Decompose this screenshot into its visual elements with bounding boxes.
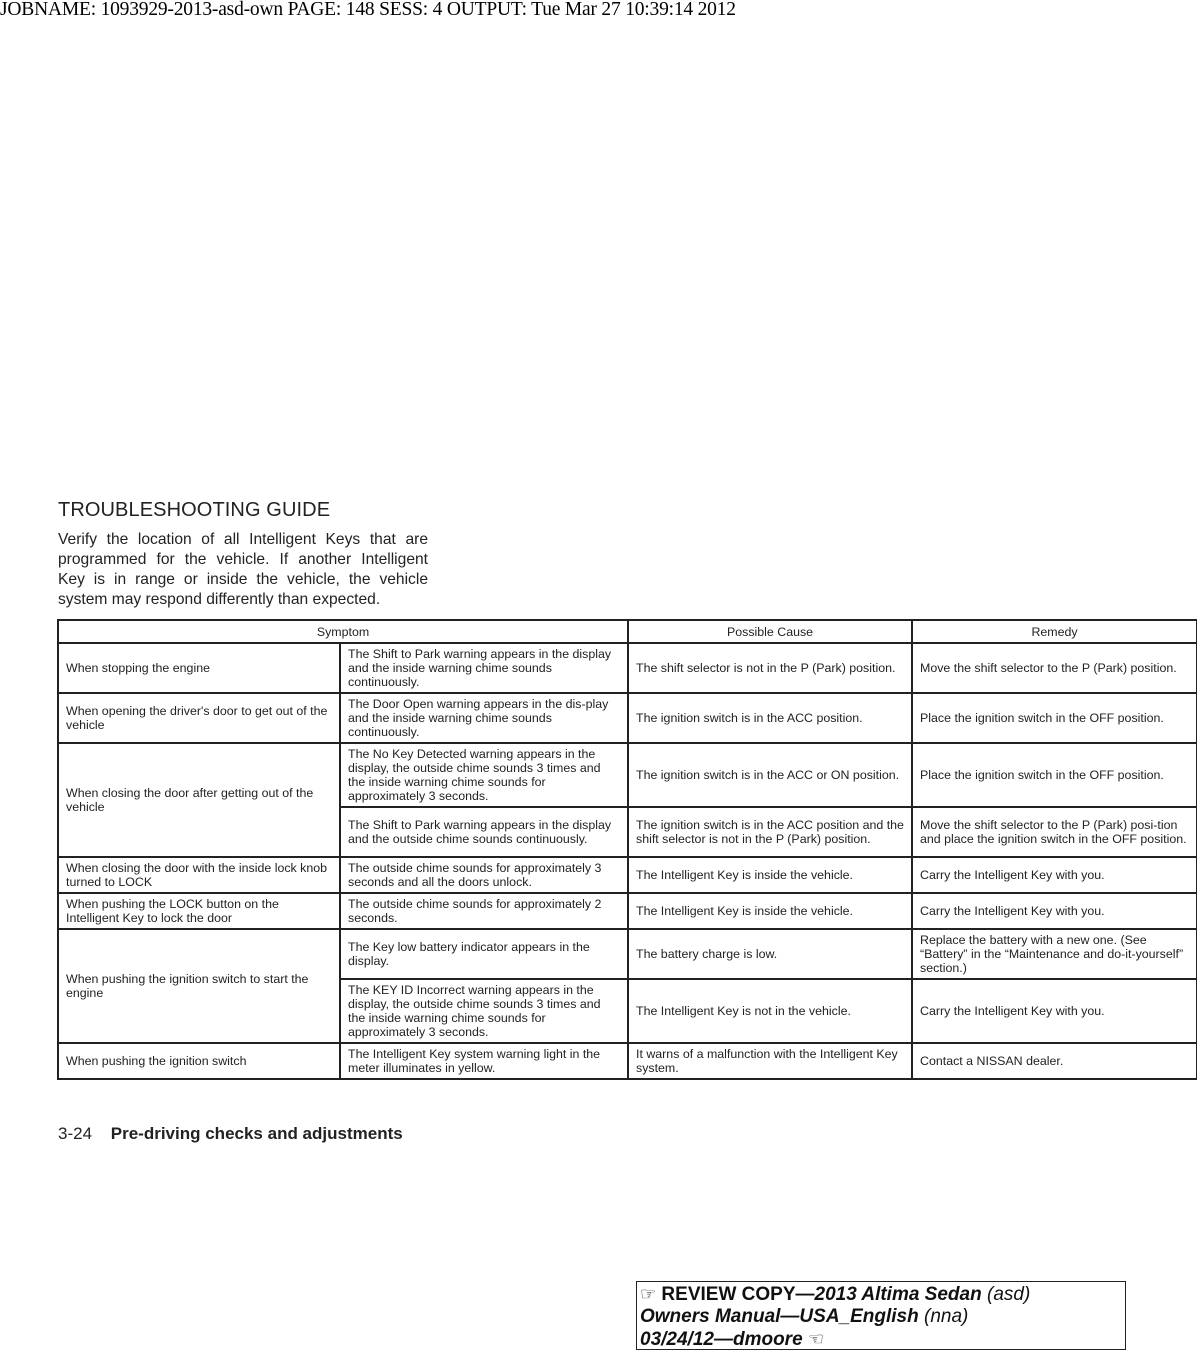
symptom-indication: The Intelligent Key system warning light… [338, 1042, 630, 1080]
table-row: When closing the door with the inside lo… [57, 856, 1197, 894]
table-row: When pushing the ignition switch to star… [57, 928, 1197, 1044]
review-line-2: Owners Manual—USA_English (nna) [640, 1306, 1125, 1328]
remedy: Place the ignition switch in the OFF pos… [911, 742, 1197, 808]
possible-cause: The ignition switch is in the ACC positi… [627, 806, 914, 858]
remedy: Move the shift selector to the P (Park) … [911, 806, 1197, 858]
footer-section-name: Pre-driving checks and adjustments [110, 1124, 403, 1143]
remedy: Carry the Intelligent Key with you. [911, 978, 1197, 1044]
intro-line: Verify the location of all Intelligent K… [58, 531, 428, 548]
symptom-situation: When pushing the LOCK button on the Inte… [57, 892, 341, 930]
intro-line: system may respond differently than expe… [58, 591, 381, 608]
troubleshooting-table: Symptom Possible Cause Remedy When stopp… [56, 619, 1197, 1080]
symptom-indication: The Door Open warning appears in the dis… [338, 692, 630, 744]
vehicle-model: 2013 Altima Sedan [814, 1284, 982, 1305]
symptom-indication: The outside chime sounds for approximate… [338, 856, 630, 894]
possible-cause: The Intelligent Key is inside the vehicl… [627, 856, 914, 894]
symptom-situation: When pushing the ignition switch to star… [57, 928, 341, 1044]
job-header: JOBNAME: 1093929-2013-asd-own PAGE: 148 … [0, 0, 736, 20]
pointing-hand-left-icon: ☜ [807, 1329, 825, 1349]
header-remedy: Remedy [911, 619, 1197, 644]
symptom-situation: When pushing the ignition switch [57, 1042, 341, 1080]
manual-name: Owners Manual—USA_English [640, 1306, 919, 1327]
symptom-indication: The Key low battery indicator appears in… [338, 928, 630, 980]
table-header-row: Symptom Possible Cause Remedy [56, 619, 1197, 644]
review-copy-box: ☞ REVIEW COPY—2013 Altima Sedan (asd) Ow… [636, 1281, 1126, 1350]
possible-cause: The Intelligent Key is inside the vehicl… [627, 892, 914, 930]
symptom-indication: The Shift to Park warning appears in the… [338, 642, 630, 694]
page-footer: 3-24 Pre-driving checks and adjustments [58, 1124, 403, 1144]
symptom-situation: When closing the door after getting out … [57, 742, 341, 858]
review-date-author: 03/24/12—dmoore [640, 1329, 803, 1350]
review-copy-label: REVIEW COPY— [661, 1284, 815, 1305]
remedy: Carry the Intelligent Key with you. [911, 856, 1197, 894]
remedy: Carry the Intelligent Key with you. [911, 892, 1197, 930]
possible-cause: The ignition switch is in the ACC positi… [627, 692, 914, 744]
possible-cause: The battery charge is low. [627, 928, 914, 980]
table-row: When opening the driver's door to get ou… [57, 692, 1197, 744]
possible-cause: The Intelligent Key is not in the vehicl… [627, 978, 914, 1044]
symptom-indication: The outside chime sounds for approximate… [338, 892, 630, 930]
pointing-hand-right-icon: ☞ [640, 1284, 657, 1304]
table-row: When pushing the LOCK button on the Inte… [57, 892, 1197, 930]
remedy: Place the ignition switch in the OFF pos… [911, 692, 1197, 744]
remedy: Move the shift selector to the P (Park) … [911, 642, 1197, 694]
vehicle-code: (asd) [981, 1284, 1031, 1305]
intro-line: Key is in range or inside the vehicle, t… [58, 571, 428, 588]
review-line-3: 03/24/12—dmoore ☜ [640, 1328, 1125, 1351]
table-row: When stopping the engine The Shift to Pa… [57, 642, 1197, 694]
header-possible-cause: Possible Cause [627, 619, 914, 644]
intro-paragraph: Verify the location of all Intelligent K… [58, 530, 428, 610]
page-number: 3-24 [58, 1124, 93, 1143]
manual-code: (nna) [918, 1306, 969, 1327]
intro-line: programmed for the vehicle. If another I… [58, 551, 428, 568]
section-title: TROUBLESHOOTING GUIDE [58, 499, 331, 521]
symptom-situation: When stopping the engine [57, 642, 341, 694]
header-symptom: Symptom [56, 619, 630, 644]
remedy: Contact a NISSAN dealer. [911, 1042, 1197, 1080]
possible-cause: It warns of a malfunction with the Intel… [627, 1042, 914, 1080]
table-row: When pushing the ignition switch The Int… [57, 1042, 1197, 1080]
symptom-indication: The No Key Detected warning appears in t… [338, 742, 630, 808]
symptom-indication: The KEY ID Incorrect warning appears in … [338, 978, 630, 1044]
symptom-situation: When opening the driver's door to get ou… [57, 692, 341, 744]
symptom-situation: When closing the door with the inside lo… [57, 856, 341, 894]
review-line-1: ☞ REVIEW COPY—2013 Altima Sedan (asd) [640, 1283, 1125, 1306]
remedy: Replace the battery with a new one. (See… [911, 928, 1197, 980]
possible-cause: The shift selector is not in the P (Park… [627, 642, 914, 694]
possible-cause: The ignition switch is in the ACC or ON … [627, 742, 914, 808]
table-row: When closing the door after getting out … [57, 742, 1197, 858]
symptom-indication: The Shift to Park warning appears in the… [338, 806, 630, 858]
